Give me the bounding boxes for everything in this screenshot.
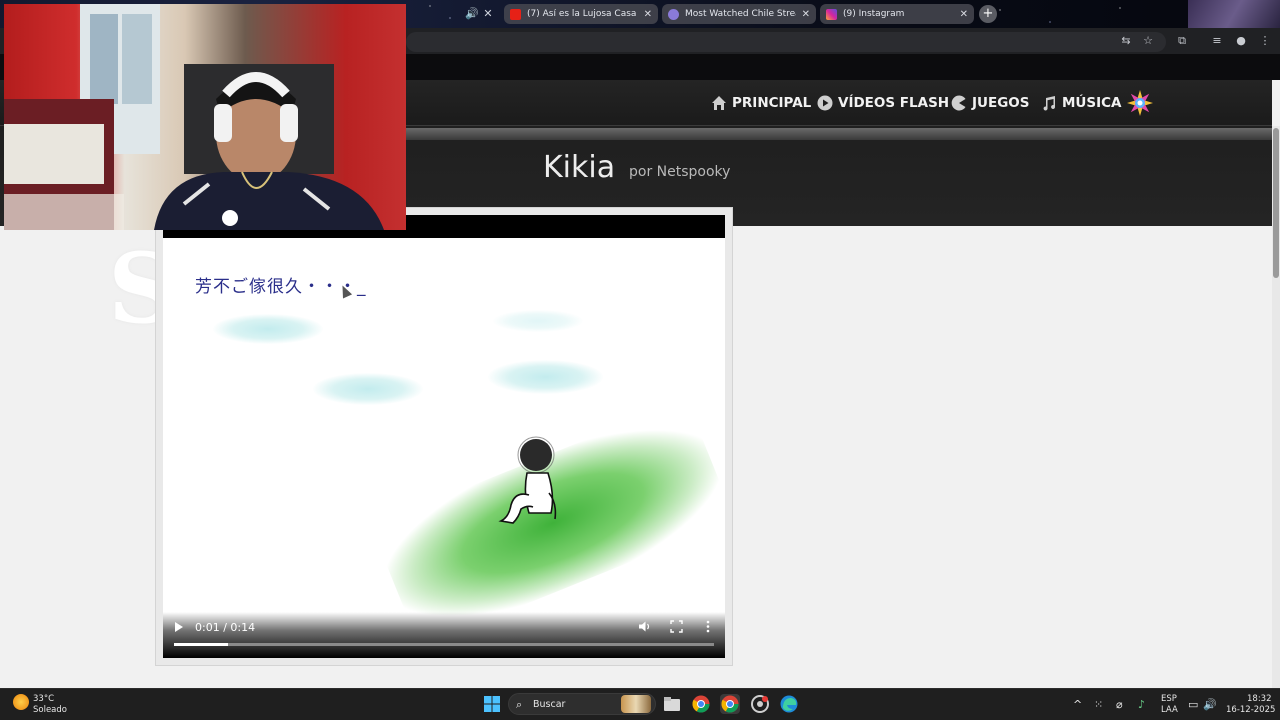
cloud (313, 373, 423, 405)
weather-temp[interactable]: 33°C (33, 694, 54, 704)
page-author: por Netspooky (629, 164, 731, 180)
tab-instagram[interactable]: (9) Instagram ✕ (820, 4, 974, 24)
cloud (488, 360, 603, 394)
video-progress-fill (174, 643, 228, 646)
file-explorer-icon[interactable] (662, 694, 682, 714)
window-theme-corner (1188, 0, 1280, 28)
video-canvas[interactable]: 芳不ご傢很久・・・_ (163, 238, 725, 658)
screen: 🔊 ✕ (7) Así es la Lujosa Casa de JB ✕ Mo… (0, 0, 1280, 720)
reading-list-icon[interactable]: ≡ (1210, 33, 1224, 49)
chrome-icon[interactable] (691, 694, 711, 714)
nav-principal[interactable]: PRINCIPAL (711, 93, 811, 113)
extensions-icon[interactable]: ⧉ (1175, 33, 1189, 49)
cloud (213, 314, 323, 344)
address-bar[interactable] (406, 32, 1166, 52)
edge-icon[interactable] (779, 694, 799, 714)
translate-icon[interactable]: ⇆ (1119, 33, 1133, 49)
home-icon (711, 95, 727, 111)
page-title: Kikia (543, 150, 616, 185)
nav-juegos[interactable]: JUEGOS (951, 93, 1030, 113)
profile-icon[interactable]: ● (1234, 33, 1248, 49)
tab-streamers[interactable]: Most Watched Chile Streamers ✕ (662, 4, 816, 24)
instagram-favicon-icon (826, 8, 837, 20)
play-circle-icon (817, 95, 833, 111)
starburst-icon (1126, 89, 1154, 117)
language-top[interactable]: ESP (1161, 694, 1177, 704)
microphone-icon[interactable]: ♪ (1138, 698, 1145, 711)
music-note-icon (1041, 95, 1057, 111)
clock-date[interactable]: 16-12-2025 (1226, 705, 1275, 715)
close-tab-icon[interactable]: ✕ (480, 6, 496, 22)
tab-title: (9) Instagram (843, 9, 905, 19)
pacman-icon (951, 95, 967, 111)
nav-musica[interactable]: MÚSICA (1041, 93, 1122, 113)
fullscreen-icon[interactable] (670, 620, 683, 636)
nav-label: JUEGOS (972, 95, 1030, 111)
child-figure (498, 436, 557, 524)
recording-app-icon[interactable] (750, 694, 770, 714)
menu-icon[interactable]: ⋮ (1258, 33, 1272, 49)
nav-label: PRINCIPAL (732, 95, 812, 111)
close-icon[interactable]: ✕ (960, 9, 968, 20)
clock-time[interactable]: 18:32 (1247, 694, 1272, 704)
close-icon[interactable]: ✕ (802, 9, 810, 20)
nav-label: VÍDEOS FLASH (838, 95, 950, 111)
language-bottom[interactable]: LAA (1161, 705, 1178, 715)
nav-label: MÚSICA (1062, 95, 1122, 111)
header-divider (404, 128, 1272, 140)
weather-desc[interactable]: Soleado (33, 705, 67, 715)
video-progress-bar[interactable] (174, 643, 714, 646)
search-icon: ⌕ (516, 698, 523, 711)
search-placeholder: Buscar (533, 699, 566, 710)
speaker-icon[interactable]: 🔊 (1203, 698, 1217, 711)
video-time: 0:01 / 0:14 (195, 621, 256, 634)
tray-apps-icon[interactable]: ⁙ (1094, 698, 1103, 711)
search-highlight-icon (621, 695, 651, 713)
display-icon[interactable]: ▭ (1188, 698, 1198, 711)
webcam-overlay (4, 4, 406, 230)
nav-videos-flash[interactable]: VÍDEOS FLASH (817, 93, 949, 113)
streamers-favicon-icon (668, 8, 679, 20)
new-tab-button[interactable]: + (979, 5, 997, 23)
start-windows-icon[interactable] (482, 694, 502, 714)
volume-icon[interactable] (638, 620, 651, 636)
play-button-icon[interactable] (174, 621, 184, 636)
tab-title: (7) Así es la Lujosa Casa de JB (527, 9, 638, 19)
close-icon[interactable]: ✕ (644, 9, 652, 20)
bookmark-star-icon[interactable]: ☆ (1141, 33, 1155, 49)
tray-network-icon[interactable]: ⌀ (1116, 698, 1123, 711)
cloud (493, 310, 583, 332)
chrome-active-icon[interactable] (720, 694, 740, 714)
media-control-icon[interactable]: 🔊 (464, 6, 480, 22)
weather-sun-icon[interactable] (13, 694, 29, 710)
tab-youtube[interactable]: (7) Así es la Lujosa Casa de JB ✕ (504, 4, 658, 24)
scrollbar-thumb[interactable] (1273, 128, 1279, 278)
tab-title: Most Watched Chile Streamers (685, 9, 796, 19)
tray-chevron-icon[interactable]: ^ (1073, 698, 1082, 711)
more-options-icon[interactable] (705, 620, 711, 636)
youtube-favicon-icon (510, 8, 521, 20)
